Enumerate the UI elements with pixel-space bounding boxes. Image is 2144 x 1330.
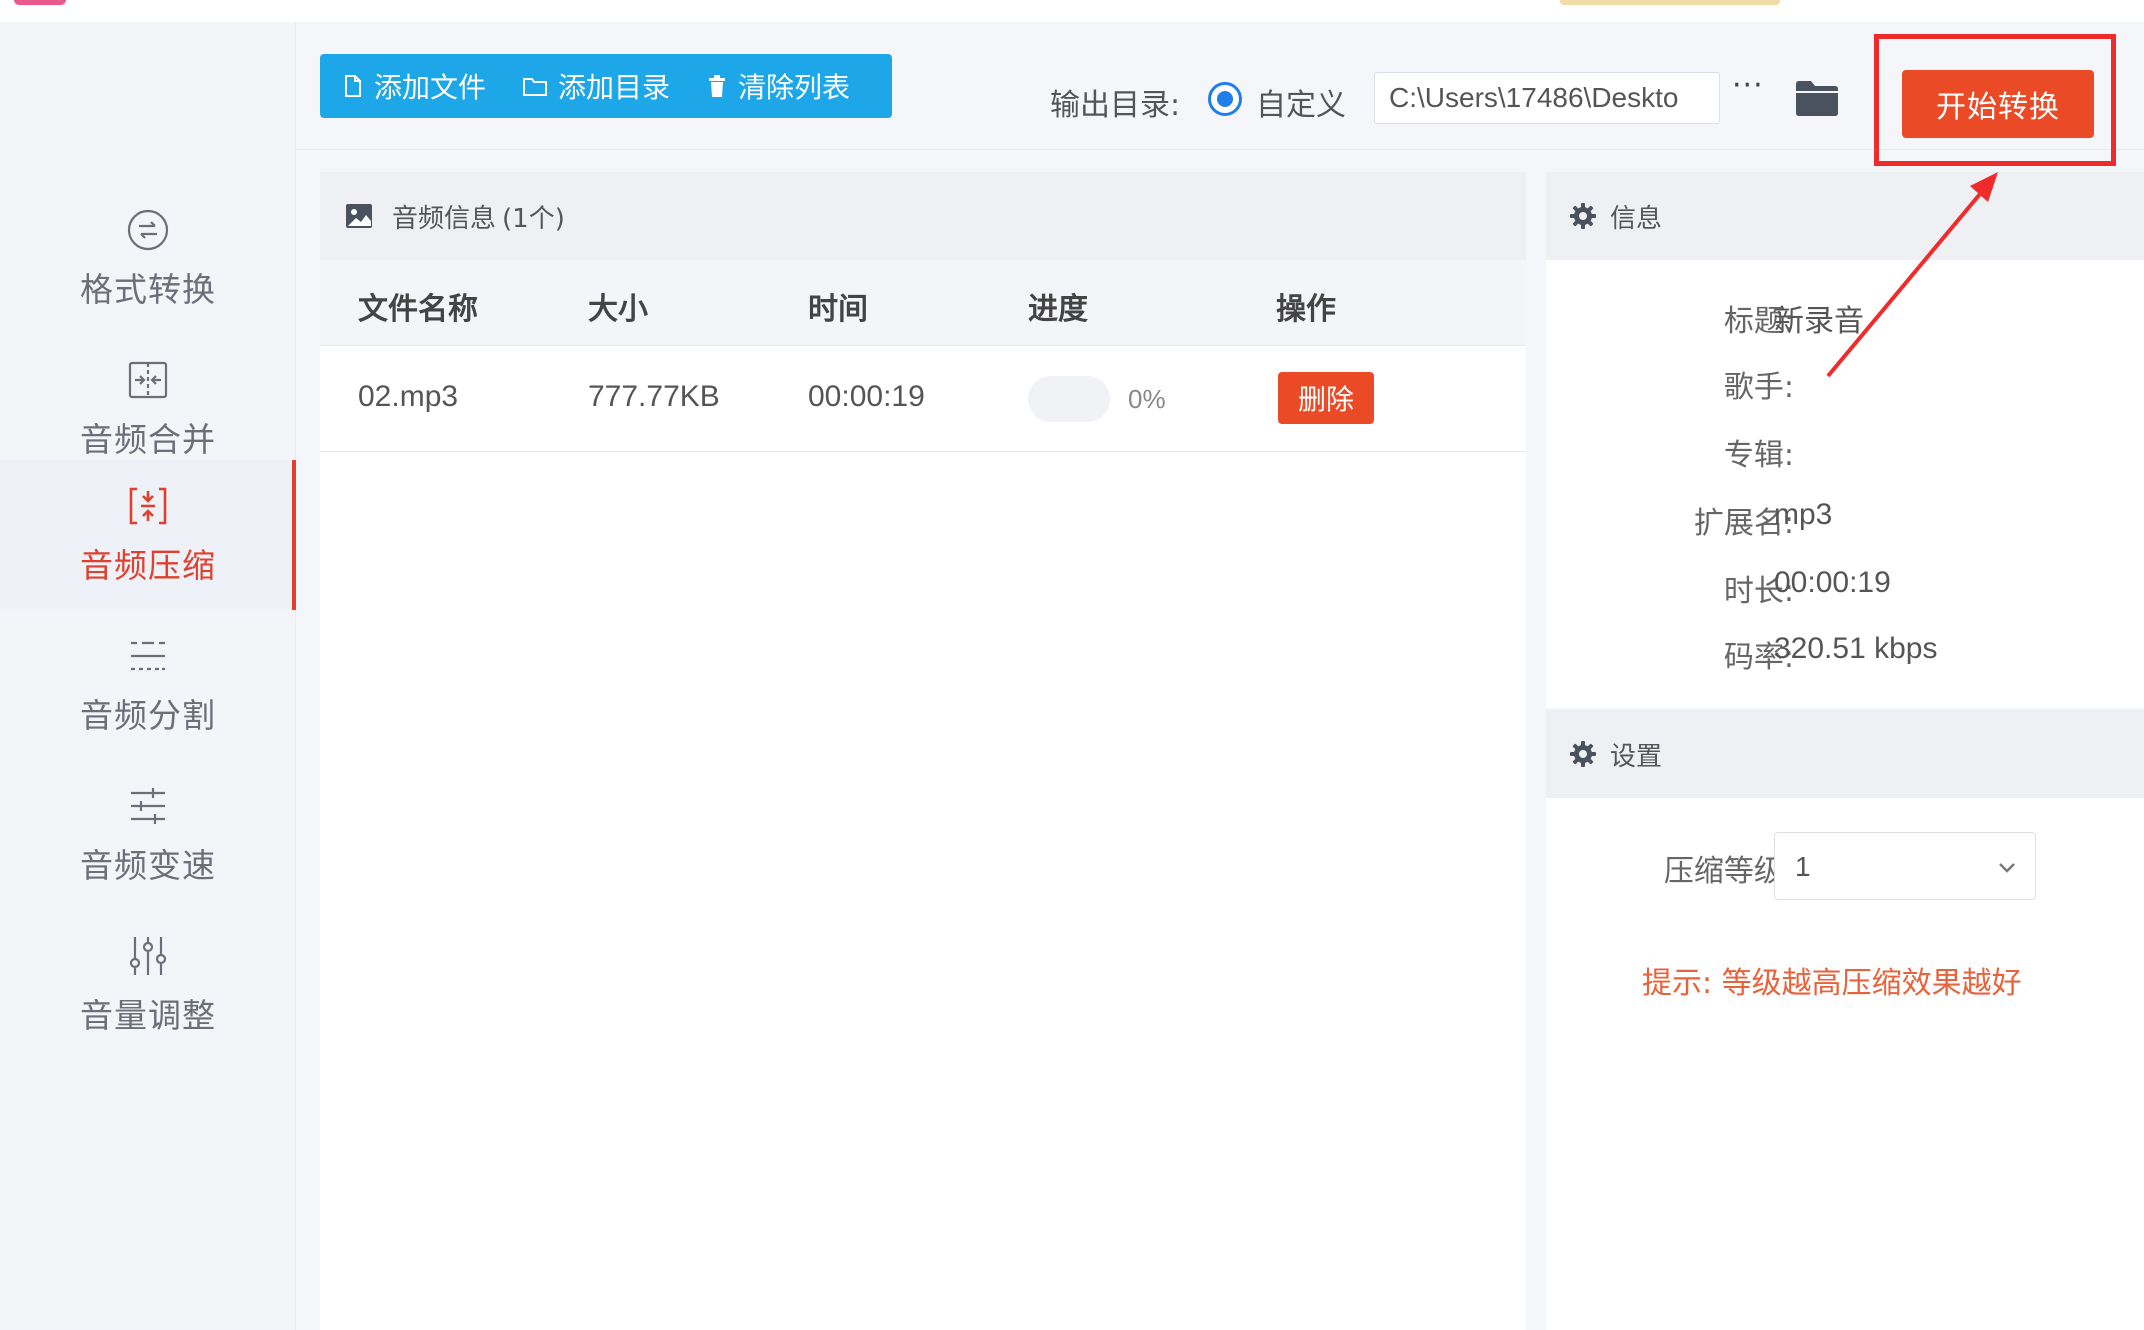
output-path-input[interactable] (1374, 72, 1720, 124)
info-value: 320.51 kbps (1774, 632, 1938, 665)
file-action-group: 添加文件 添加目录 清除列表 (320, 54, 892, 118)
trash-icon (709, 75, 726, 97)
app-logo (14, 0, 66, 5)
compression-level-value: 1 (1795, 851, 1811, 882)
settings-panel: 设置 压缩等级: 1 提示: 等级越高压缩效果越好 (1546, 710, 2144, 1330)
sidebar-item-label: 音量调整 (80, 996, 216, 1035)
sidebar-item-label: 音频分割 (80, 696, 216, 735)
audio-merge-icon (128, 361, 168, 399)
file-name-cell: 02.mp3 (358, 380, 459, 413)
volume-adjust-icon (129, 937, 167, 975)
column-header-progress: 进度 (1028, 292, 1088, 327)
table-row[interactable]: 02.mp3 777.77KB 00:00:19 0% 删除 (320, 346, 1526, 452)
image-icon (346, 204, 372, 228)
sidebar-item-audio-compress[interactable]: 音频压缩 (0, 460, 296, 610)
audio-split-icon (131, 641, 165, 671)
info-panel-header: 信息 (1546, 172, 2144, 260)
folder-outline-icon (523, 78, 548, 96)
progress-text: 0% (1128, 384, 1166, 414)
sidebar-item-volume-adjust[interactable]: 音量调整 (0, 910, 296, 1060)
toolbar: 添加文件 添加目录 清除列表 输出目录: 自定义 ··· 开始转换 (296, 22, 2144, 166)
add-folder-label: 添加目录 (558, 71, 671, 104)
info-value: mp3 (1774, 498, 1833, 531)
delete-button[interactable]: 删除 (1278, 372, 1374, 424)
audio-panel-title: 音频信息 (392, 203, 497, 234)
gear-icon (1570, 741, 1596, 767)
column-header-action: 操作 (1276, 292, 1336, 327)
info-row-album: 专辑: (1546, 430, 2144, 473)
info-row-title: 标题: 新录音 (1546, 296, 2144, 339)
info-row-artist: 歌手: (1546, 362, 2144, 405)
column-header-time: 时间 (808, 292, 868, 327)
table-header: 文件名称 大小 时间 进度 操作 (320, 260, 1526, 346)
gear-icon (1570, 203, 1596, 229)
add-file-button[interactable]: 添加文件 (342, 66, 486, 106)
info-value: 新录音 (1774, 305, 1864, 338)
settings-panel-title: 设置 (1610, 741, 1663, 772)
clear-list-label: 清除列表 (738, 71, 851, 104)
file-size-cell: 777.77KB (588, 380, 720, 413)
info-row-bitrate: 码率: 320.51 kbps (1546, 632, 2144, 675)
audio-panel-count: (1个) (502, 203, 565, 234)
sidebar-item-format-convert[interactable]: 格式转换 (0, 184, 296, 334)
window-top-strip (0, 0, 2144, 22)
custom-output-label: 自定义 (1256, 88, 1346, 123)
progress-bar (1028, 376, 1110, 422)
add-folder-button[interactable]: 添加目录 (522, 66, 670, 106)
column-header-name: 文件名称 (358, 292, 478, 327)
audio-speed-icon (131, 788, 165, 824)
info-row-extension: 扩展名: mp3 (1546, 498, 2144, 541)
custom-output-radio[interactable] (1208, 82, 1242, 116)
clear-list-button[interactable]: 清除列表 (706, 66, 850, 106)
sidebar-item-audio-split[interactable]: 音频分割 (0, 610, 296, 760)
chevron-down-icon (1999, 863, 2015, 873)
sidebar: 格式转换 音频合并 音频压缩 音频分割 音频变速 音量调整 (0, 22, 296, 1330)
format-convert-icon (127, 209, 169, 251)
file-time-cell: 00:00:19 (808, 380, 925, 413)
sidebar-item-label: 音频合并 (80, 420, 216, 459)
audio-info-panel: 音频信息 (1个) 文件名称 大小 时间 进度 操作 02.mp3 777.77… (320, 172, 1526, 1330)
info-panel: 信息 标题: 新录音 歌手: 专辑: 扩展名: mp3 时长: 00:00:19… (1546, 172, 2144, 708)
settings-panel-header: 设置 (1546, 710, 2144, 798)
sidebar-item-label: 音频变速 (80, 846, 216, 885)
add-file-label: 添加文件 (374, 71, 487, 104)
sidebar-item-label: 音频压缩 (80, 546, 216, 585)
sidebar-item-audio-speed[interactable]: 音频变速 (0, 760, 296, 910)
info-panel-title: 信息 (1610, 203, 1663, 234)
info-value: 00:00:19 (1774, 566, 1891, 599)
info-key: 专辑: (1723, 438, 1794, 473)
compression-hint: 提示: 等级越高压缩效果越好 (1642, 966, 2022, 1001)
info-row-duration: 时长: 00:00:19 (1546, 566, 2144, 609)
column-header-size: 大小 (588, 292, 648, 327)
audio-panel-header: 音频信息 (1个) (320, 172, 1526, 260)
compression-level-select[interactable]: 1 (1774, 832, 2036, 900)
file-icon (345, 75, 361, 97)
audio-compress-icon (129, 487, 167, 525)
output-dir-label: 输出目录: (1050, 88, 1181, 123)
more-options-button[interactable]: ··· (1732, 68, 1764, 103)
sidebar-item-label: 格式转换 (80, 270, 216, 309)
annotation-highlight-box (1874, 34, 2116, 166)
folder-icon[interactable] (1794, 78, 1840, 118)
top-decoration (1560, 0, 1780, 5)
info-key: 歌手: (1723, 370, 1794, 405)
